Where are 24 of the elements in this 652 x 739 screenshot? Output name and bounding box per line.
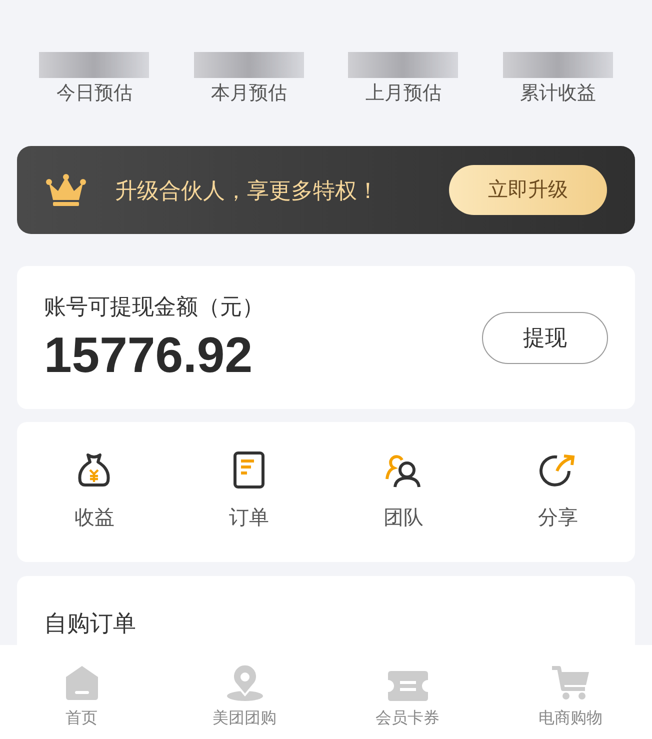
tab-bar-item[interactable]: 会员卡券 [326, 645, 489, 739]
shortcut-item[interactable]: 收益 [17, 442, 172, 542]
balance-label: 账号可提现金额（元） [44, 293, 265, 321]
balance-amount: 15776.92 [44, 326, 254, 385]
ticket-icon [388, 671, 428, 701]
stat-label: 今日预估 [56, 82, 132, 106]
stat-label: 上月预估 [365, 82, 442, 106]
banner-text: 升级合伙人，享更多特权！ [115, 176, 380, 204]
stat-label: 累计收益 [520, 82, 596, 106]
shopping-cart-icon [550, 665, 590, 701]
location-pin-icon [226, 665, 264, 701]
tab-bar-item[interactable]: 首页 [0, 645, 163, 739]
stat-label: 本月预估 [210, 82, 287, 106]
orders-title: 自购订单 [44, 610, 136, 636]
withdraw-button[interactable]: 提现 [482, 312, 608, 364]
document-icon [232, 451, 266, 489]
tab-bar-item[interactable]: 电商购物 [489, 645, 652, 739]
shortcut-item[interactable]: 订单 [172, 442, 326, 542]
shortcut-item[interactable]: 分享 [480, 442, 635, 542]
shortcut-item[interactable]: 团队 [326, 442, 480, 542]
tab-bar-item[interactable]: 美团团购 [163, 645, 326, 739]
crown-icon [45, 173, 87, 207]
upgrade-button[interactable]: 立即升级 [449, 165, 607, 215]
home-icon [64, 665, 100, 701]
